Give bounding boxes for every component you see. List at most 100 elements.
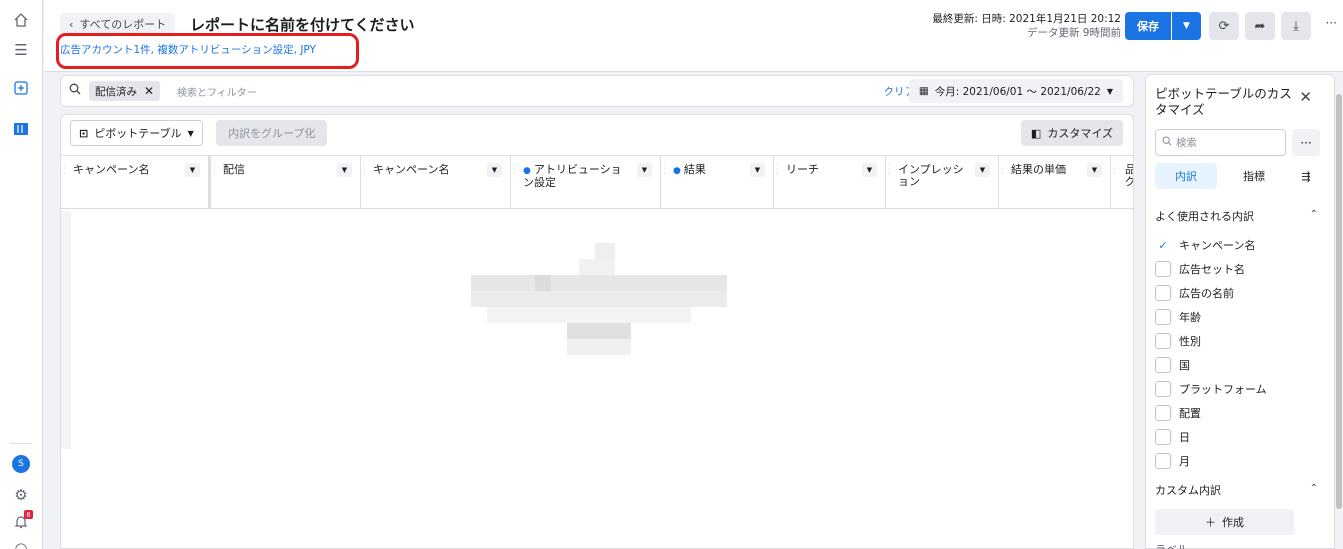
sidebar-title: ピボットテーブルのカスタマイズ xyxy=(1155,86,1292,117)
more-options-icon[interactable]: ··· xyxy=(1326,16,1337,30)
column-header[interactable]: · · · ● 結果 ▼ xyxy=(661,156,774,209)
account-avatar[interactable]: S xyxy=(11,454,31,474)
list-item[interactable]: 月 xyxy=(1155,452,1190,470)
list-item[interactable]: 年齢 xyxy=(1155,308,1201,326)
list-item[interactable]: 国 xyxy=(1155,356,1190,374)
date-range-picker[interactable]: ▦ 今月: 2021/06/01 ～ 2021/06/22 ▼ xyxy=(908,79,1123,103)
download-icon: ⤓ xyxy=(1293,18,1299,34)
home-icon[interactable] xyxy=(11,10,31,30)
sidebar-scrollbar[interactable] xyxy=(1335,74,1343,549)
search-icon xyxy=(69,83,81,99)
highlight-annotation xyxy=(56,33,359,69)
info-icon[interactable]: ● xyxy=(673,166,681,176)
drag-handle-icon[interactable]: · · · xyxy=(513,162,516,178)
column-header[interactable]: · · · 配信 ▼ xyxy=(211,156,361,209)
refresh-button[interactable]: ⟳ xyxy=(1209,12,1239,40)
calendar-icon: ▦ xyxy=(918,85,929,97)
filter-chip[interactable]: 配信済み ✕ xyxy=(89,81,161,101)
column-header[interactable]: · · · インプレッション ▼ xyxy=(886,156,999,209)
section-header-custom[interactable]: カスタム内訳 xyxy=(1155,482,1221,498)
info-icon[interactable]: ● xyxy=(523,166,531,176)
create-custom-breakdown-button[interactable]: ＋ 作成 xyxy=(1155,509,1294,535)
table-header: · · · キャンペーン名 ▼ · · · 配信 ▼ · · · キャンペーン名 ▼ · · ·… xyxy=(61,155,1133,209)
list-item[interactable]: 日 xyxy=(1155,428,1190,446)
customize-button[interactable]: ◧ カスタマイズ xyxy=(1020,120,1123,146)
refresh-icon: ⟳ xyxy=(1218,18,1230,34)
column-header[interactable]: · · · ● アトリビューション設定 ▼ xyxy=(511,156,661,209)
columns-icon: ◧ xyxy=(1030,126,1042,140)
drag-handle-icon[interactable]: · · · xyxy=(888,162,891,178)
export-button[interactable]: ⤓ xyxy=(1281,12,1311,40)
drag-handle-icon[interactable]: · · · xyxy=(776,162,779,178)
chevron-down-icon[interactable]: ▼ xyxy=(487,163,502,177)
drag-handle-icon[interactable]: · · · xyxy=(213,162,216,178)
search-rail-icon[interactable]: ○ xyxy=(11,538,31,549)
sidebar-search-input[interactable]: 検索 xyxy=(1155,129,1286,156)
chevron-up-icon[interactable]: ⌃ xyxy=(1310,209,1318,220)
reports-icon[interactable] xyxy=(11,119,31,139)
create-ad-icon[interactable] xyxy=(11,78,31,98)
search-filter-input[interactable]: 検索とフィルター xyxy=(177,84,257,99)
plus-icon: ＋ xyxy=(1205,516,1216,529)
menu-icon[interactable]: ☰ xyxy=(11,40,31,60)
chevron-down-icon: ▼ xyxy=(187,128,194,138)
list-item[interactable]: 広告セット名 xyxy=(1155,260,1245,278)
save-button[interactable]: 保存 xyxy=(1125,12,1171,40)
chevron-down-icon[interactable]: ▼ xyxy=(750,163,765,177)
notifications-icon[interactable]: 8 xyxy=(11,510,33,532)
checkbox[interactable] xyxy=(1155,309,1171,325)
close-icon[interactable]: ✕ xyxy=(144,84,154,98)
scrollbar-thumb[interactable] xyxy=(1336,94,1342,509)
checkbox[interactable] xyxy=(1155,405,1171,421)
checkbox[interactable] xyxy=(1155,333,1171,349)
checkbox[interactable] xyxy=(1155,453,1171,469)
section-header-labels[interactable]: ラベル xyxy=(1155,541,1188,549)
list-item[interactable]: 広告の名前 xyxy=(1155,284,1234,302)
drag-handle-icon[interactable]: · · · xyxy=(1113,162,1116,178)
chevron-down-icon[interactable]: ▼ xyxy=(337,163,352,177)
list-item[interactable]: ✓ キャンペーン名 xyxy=(1155,236,1255,254)
drag-handle-icon[interactable]: · · · xyxy=(1001,162,1004,178)
column-header[interactable]: · · · キャンペーン名 ▼ xyxy=(361,156,511,209)
more-options-button[interactable]: ··· xyxy=(1292,129,1320,156)
checkbox-checked[interactable]: ✓ xyxy=(1155,237,1171,253)
chevron-up-icon[interactable]: ⌃ xyxy=(1310,483,1318,494)
close-icon[interactable]: ✕ xyxy=(1299,88,1312,106)
column-header[interactable]: · · · 結果の単価 ▼ xyxy=(999,156,1111,209)
chevron-down-icon: ▼ xyxy=(1106,86,1113,96)
sort-icon[interactable]: ⇶ xyxy=(1296,163,1316,189)
save-dropdown-button[interactable]: ▼ xyxy=(1171,12,1201,40)
pivot-table-icon: ⊡ xyxy=(79,126,89,140)
chevron-down-icon[interactable]: ▼ xyxy=(1087,163,1102,177)
column-header[interactable]: · · · リーチ ▼ xyxy=(774,156,886,209)
column-header[interactable]: ··· 品グ xyxy=(1111,156,1133,209)
group-breakdown-button[interactable]: 内訳をグループ化 xyxy=(216,120,328,146)
report-title[interactable]: レポートに名前を付けてください xyxy=(190,14,415,35)
drag-handle-icon[interactable]: · · · xyxy=(363,162,366,178)
chevron-down-icon[interactable]: ▼ xyxy=(862,163,877,177)
checkbox[interactable] xyxy=(1155,261,1171,277)
list-item[interactable]: 性別 xyxy=(1155,332,1201,350)
chevron-down-icon: ▼ xyxy=(1183,21,1190,31)
list-item[interactable]: 配置 xyxy=(1155,404,1201,422)
list-item[interactable]: プラットフォーム xyxy=(1155,380,1267,398)
column-header[interactable]: · · · キャンペーン名 ▼ xyxy=(61,156,211,209)
tab-breakdowns[interactable]: 内訳 xyxy=(1155,163,1217,189)
chevron-down-icon[interactable]: ▼ xyxy=(637,163,652,177)
tab-metrics[interactable]: 指標 xyxy=(1234,163,1274,189)
checkbox[interactable] xyxy=(1155,357,1171,373)
checkbox[interactable] xyxy=(1155,429,1171,445)
back-to-reports-button[interactable]: ‹ すべてのレポート xyxy=(60,13,176,35)
checkbox[interactable] xyxy=(1155,381,1171,397)
update-info: 最終更新: 日時: 2021年1月21日 20:12 データ更新 9時間前 xyxy=(932,13,1121,39)
section-header-common[interactable]: よく使用される内訳 xyxy=(1155,208,1254,224)
drag-handle-icon[interactable]: · · · xyxy=(63,162,66,178)
drag-handle-icon[interactable]: · · · xyxy=(663,162,666,178)
share-button[interactable]: ➦ xyxy=(1245,12,1275,40)
pivot-table-view-selector[interactable]: ⊡ ピボットテーブル ▼ xyxy=(70,120,203,146)
report-header: ‹ すべてのレポート レポートに名前を付けてください 広告アカウント1件, 複数… xyxy=(44,0,1343,72)
checkbox[interactable] xyxy=(1155,285,1171,301)
chevron-down-icon[interactable]: ▼ xyxy=(185,163,200,177)
chevron-down-icon[interactable]: ▼ xyxy=(975,163,990,177)
settings-icon[interactable]: ⚙ xyxy=(11,485,31,505)
